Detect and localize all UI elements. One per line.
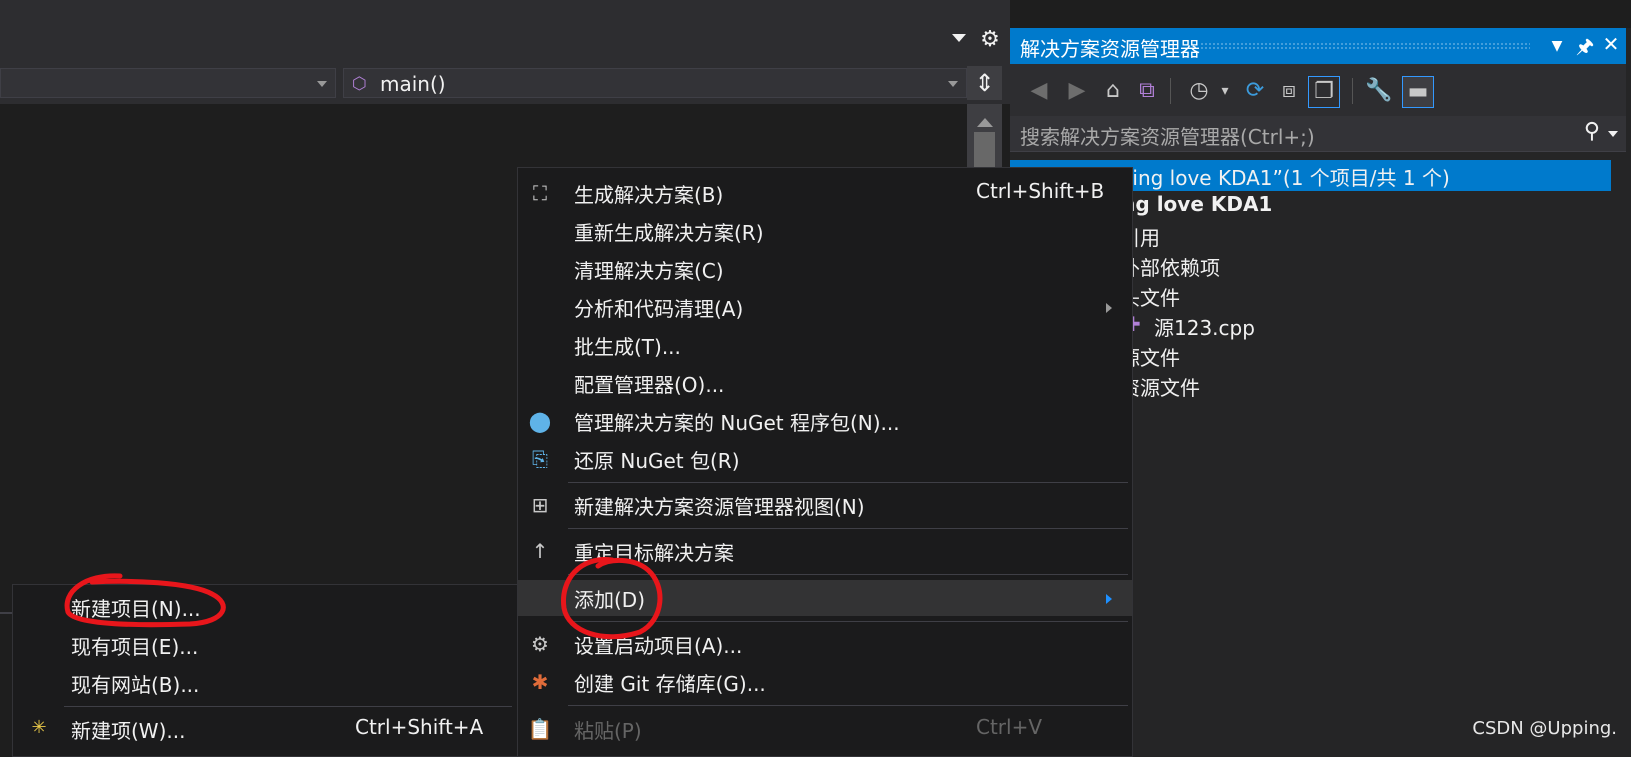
menu-label: 还原 NuGet 包(R) xyxy=(574,449,740,473)
menu-item-paste[interactable]: 📋 粘贴(P) Ctrl+V xyxy=(518,711,1132,747)
scroll-up-icon[interactable] xyxy=(977,118,993,127)
new-view-icon: ⊞ xyxy=(531,493,549,517)
arrow-up-icon: ↑ xyxy=(531,539,549,563)
collapse-all-icon[interactable]: ⧈ xyxy=(1274,76,1304,106)
menu-item-analyze[interactable]: 分析和代码清理(A) xyxy=(518,289,1132,325)
menu-label: 粘贴(P) xyxy=(574,719,642,743)
menu-label: 分析和代码清理(A) xyxy=(574,297,744,321)
chevron-down-icon xyxy=(948,81,958,87)
menu-item-clean[interactable]: 清理解决方案(C) xyxy=(518,251,1132,287)
submenu-item-new-project[interactable]: 新建项目(N)... xyxy=(13,589,517,625)
home-icon[interactable]: ⌂ xyxy=(1098,76,1128,106)
search-options-icon[interactable] xyxy=(1608,131,1618,137)
submenu-item-existing-site[interactable]: 现有网站(B)... xyxy=(13,665,517,701)
menu-label: 添加(D) xyxy=(574,588,646,612)
menu-label: 重定目标解决方案 xyxy=(574,541,734,565)
filter-dropdown-icon[interactable]: ▾ xyxy=(1210,76,1240,106)
pin-icon[interactable]: 🖈 xyxy=(1572,32,1598,66)
paste-icon: 📋 xyxy=(527,717,553,741)
menu-label: 现有网站(B)... xyxy=(71,673,200,697)
nuget-icon: ⬤ xyxy=(528,409,552,433)
menu-label: 新建项目(N)... xyxy=(71,597,201,621)
menu-item-add[interactable]: 添加(D) xyxy=(518,580,1132,616)
scope-combo[interactable] xyxy=(0,68,336,98)
panel-dropdown-icon[interactable]: ▼ xyxy=(1544,38,1570,54)
menu-item-rebuild[interactable]: 重新生成解决方案(R) xyxy=(518,213,1132,249)
menu-shortcut: Ctrl+Shift+B xyxy=(976,179,1105,203)
properties-wrench-icon[interactable]: 🔧 xyxy=(1364,76,1394,106)
gear-icon: ⚙ xyxy=(531,632,549,656)
member-combo[interactable]: ⬡ main() xyxy=(343,68,967,98)
new-item-icon: ✳ xyxy=(31,717,47,738)
menu-label: 管理解决方案的 NuGet 程序包(N)... xyxy=(574,411,900,435)
back-icon[interactable]: ◀ xyxy=(1024,76,1054,106)
panel-title: 解决方案资源管理器 xyxy=(1020,37,1200,61)
tree-item-source-file[interactable]: 源123.cpp xyxy=(1154,312,1255,341)
menu-label: 批生成(T)... xyxy=(574,335,681,359)
menu-label: 现有项目(E)... xyxy=(71,635,199,659)
tree-item-external-deps[interactable]: 外部依赖项 xyxy=(1120,252,1220,281)
menu-label: 创建 Git 存储库(G)... xyxy=(574,672,766,696)
menu-item-create-git[interactable]: ✱ 创建 Git 存储库(G)... xyxy=(518,664,1132,700)
solution-explorer-toolbar: ◀ ▶ ⌂ ⧉ ◷ ▾ ⟳ ⧈ ❐ 🔧 ▬ xyxy=(1010,64,1626,116)
menu-item-batch-build[interactable]: 批生成(T)... xyxy=(518,327,1132,363)
settings-gear-icon[interactable]: ⚙ xyxy=(978,28,1002,52)
menu-shortcut: Ctrl+V xyxy=(976,715,1043,739)
solution-search-box[interactable]: 搜索解决方案资源管理器(Ctrl+;) ⚲ xyxy=(1010,116,1626,152)
menu-item-config-manager[interactable]: 配置管理器(O)... xyxy=(518,365,1132,401)
build-icon: ⛶ xyxy=(533,181,547,205)
chevron-down-icon xyxy=(317,81,327,87)
menu-item-manage-nuget[interactable]: ⬤ 管理解决方案的 NuGet 程序包(N)... xyxy=(518,403,1132,439)
title-bar xyxy=(0,0,1010,62)
split-window-button[interactable]: ⇕ xyxy=(967,66,1002,100)
git-icon: ✱ xyxy=(531,670,549,694)
menu-item-restore-nuget[interactable]: ⎘ 还原 NuGet 包(R) xyxy=(518,441,1132,477)
menu-item-set-startup[interactable]: ⚙ 设置启动项目(A)... xyxy=(518,626,1132,662)
search-icon[interactable]: ⚲ xyxy=(1584,119,1600,144)
menu-item-retarget[interactable]: ↑ 重定目标解决方案 xyxy=(518,533,1132,569)
method-cube-icon: ⬡ xyxy=(352,74,367,94)
drag-grip[interactable] xyxy=(1200,42,1530,50)
sync-icon[interactable]: ⟳ xyxy=(1240,76,1270,106)
submenu-arrow-icon xyxy=(1106,594,1112,604)
close-icon[interactable]: ✕ xyxy=(1598,32,1624,56)
restore-icon: ⎘ xyxy=(532,447,548,471)
switch-views-icon[interactable]: ⧉ xyxy=(1132,76,1162,106)
forward-icon[interactable]: ▶ xyxy=(1062,76,1092,106)
menu-label: 设置启动项目(A)... xyxy=(574,634,743,658)
solution-explorer-titlebar: 解决方案资源管理器 ▼ 🖈 ✕ xyxy=(1010,28,1626,64)
window-dropdown-icon[interactable] xyxy=(952,34,966,42)
menu-label: 配置管理器(O)... xyxy=(574,373,725,397)
menu-label: 新建项(W)... xyxy=(71,719,186,743)
editor-divider xyxy=(0,612,12,659)
menu-label: 新建解决方案资源管理器视图(N) xyxy=(574,495,865,519)
menu-item-build[interactable]: ⛶ 生成解决方案(B) Ctrl+Shift+B xyxy=(518,175,1132,211)
menu-shortcut: Ctrl+Shift+A xyxy=(355,715,484,739)
submenu-arrow-icon xyxy=(1106,303,1112,313)
member-combo-value: main() xyxy=(380,72,446,96)
submenu-item-existing-project[interactable]: 现有项目(E)... xyxy=(13,627,517,663)
menu-label: 清理解决方案(C) xyxy=(574,259,724,283)
menu-item-new-view[interactable]: ⊞ 新建解决方案资源管理器视图(N) xyxy=(518,487,1132,523)
preview-selected-icon[interactable]: ▬ xyxy=(1402,76,1434,108)
show-all-files-icon[interactable]: ❐ xyxy=(1308,76,1340,108)
menu-label: 重新生成解决方案(R) xyxy=(574,221,764,245)
submenu-item-new-item[interactable]: ✳ 新建项(W)... Ctrl+Shift+A xyxy=(13,711,517,747)
menu-label: 生成解决方案(B) xyxy=(574,183,724,207)
watermark: CSDN @Upping. xyxy=(1472,718,1617,739)
search-placeholder: 搜索解决方案资源管理器(Ctrl+;) xyxy=(1020,125,1315,149)
